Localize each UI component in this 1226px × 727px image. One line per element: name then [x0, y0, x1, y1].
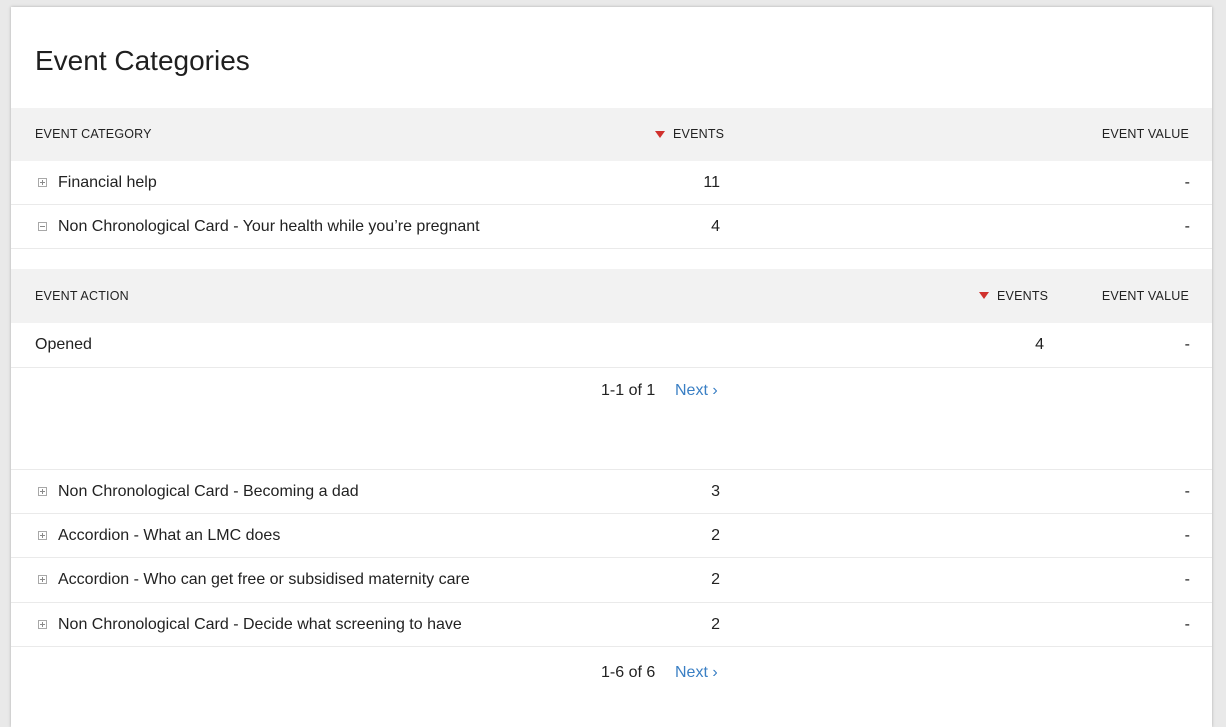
table-row[interactable]: Financial help 11 -: [11, 161, 1212, 205]
row-event-value: -: [1184, 616, 1190, 633]
next-page-link[interactable]: Next ›: [675, 380, 718, 402]
sort-desc-icon: [979, 292, 989, 299]
row-label: Non Chronological Card - Decide what scr…: [58, 616, 462, 633]
expand-icon[interactable]: [38, 620, 47, 629]
pagination-info: 1-6 of 6: [601, 664, 656, 681]
table-header: EVENT CATEGORY EVENTS EVENT VALUE: [11, 108, 1212, 161]
column-header-category[interactable]: EVENT CATEGORY: [35, 108, 152, 161]
column-header-event-value[interactable]: EVENT VALUE: [1102, 108, 1189, 161]
row-divider: [11, 248, 1212, 249]
column-header-event-action[interactable]: EVENT ACTION: [35, 269, 129, 323]
expand-icon[interactable]: [38, 531, 47, 540]
column-header-event-value[interactable]: EVENT VALUE: [1102, 269, 1189, 323]
row-events: 2: [711, 571, 720, 588]
expand-icon[interactable]: [38, 575, 47, 584]
subtable-row: Opened 4 -: [11, 323, 1212, 367]
row-events: 4: [711, 218, 720, 235]
table-row-expanded[interactable]: Non Chronological Card - Your health whi…: [11, 205, 1212, 249]
column-header-events[interactable]: EVENTS: [673, 108, 724, 161]
table-row[interactable]: Accordion - Who can get free or subsidis…: [11, 558, 1212, 602]
sort-desc-icon: [655, 131, 665, 138]
next-page-link[interactable]: Next ›: [675, 662, 718, 684]
row-label: Accordion - What an LMC does: [58, 527, 281, 544]
expand-icon[interactable]: [38, 178, 47, 187]
row-events: 3: [711, 483, 720, 500]
row-divider: [11, 367, 1212, 368]
row-divider: [11, 646, 1212, 647]
row-event-value: -: [1184, 571, 1190, 588]
row-events: 4: [1035, 336, 1044, 353]
page-title: Event Categories: [35, 45, 250, 76]
table-pagination: 1-6 of 6 Next ›: [11, 662, 1212, 684]
row-event-value: -: [1184, 483, 1190, 500]
subtable-pagination: 1-1 of 1 Next ›: [11, 380, 1212, 402]
event-categories-card: Event Categories EVENT CATEGORY EVENTS E…: [11, 7, 1212, 727]
subtable-header: EVENT ACTION EVENTS EVENT VALUE: [11, 269, 1212, 323]
row-label: Financial help: [58, 174, 157, 191]
row-events: 2: [711, 527, 720, 544]
table-row[interactable]: Non Chronological Card - Becoming a dad …: [11, 470, 1212, 514]
row-events: 2: [711, 616, 720, 633]
table-row[interactable]: Accordion - What an LMC does 2 -: [11, 514, 1212, 558]
table-row[interactable]: Non Chronological Card - Decide what scr…: [11, 603, 1212, 647]
row-event-value: -: [1184, 174, 1190, 191]
expand-icon[interactable]: [38, 487, 47, 496]
column-header-events[interactable]: EVENTS: [997, 269, 1048, 323]
row-events: 11: [703, 174, 720, 191]
row-event-value: -: [1184, 218, 1190, 235]
row-event-value: -: [1184, 336, 1190, 353]
row-label: Non Chronological Card - Becoming a dad: [58, 483, 359, 500]
row-label: Non Chronological Card - Your health whi…: [58, 218, 480, 235]
row-label: Opened: [35, 336, 92, 353]
row-event-value: -: [1184, 527, 1190, 544]
row-label: Accordion - Who can get free or subsidis…: [58, 571, 470, 588]
pagination-info: 1-1 of 1: [601, 382, 656, 399]
collapse-icon[interactable]: [38, 222, 47, 231]
